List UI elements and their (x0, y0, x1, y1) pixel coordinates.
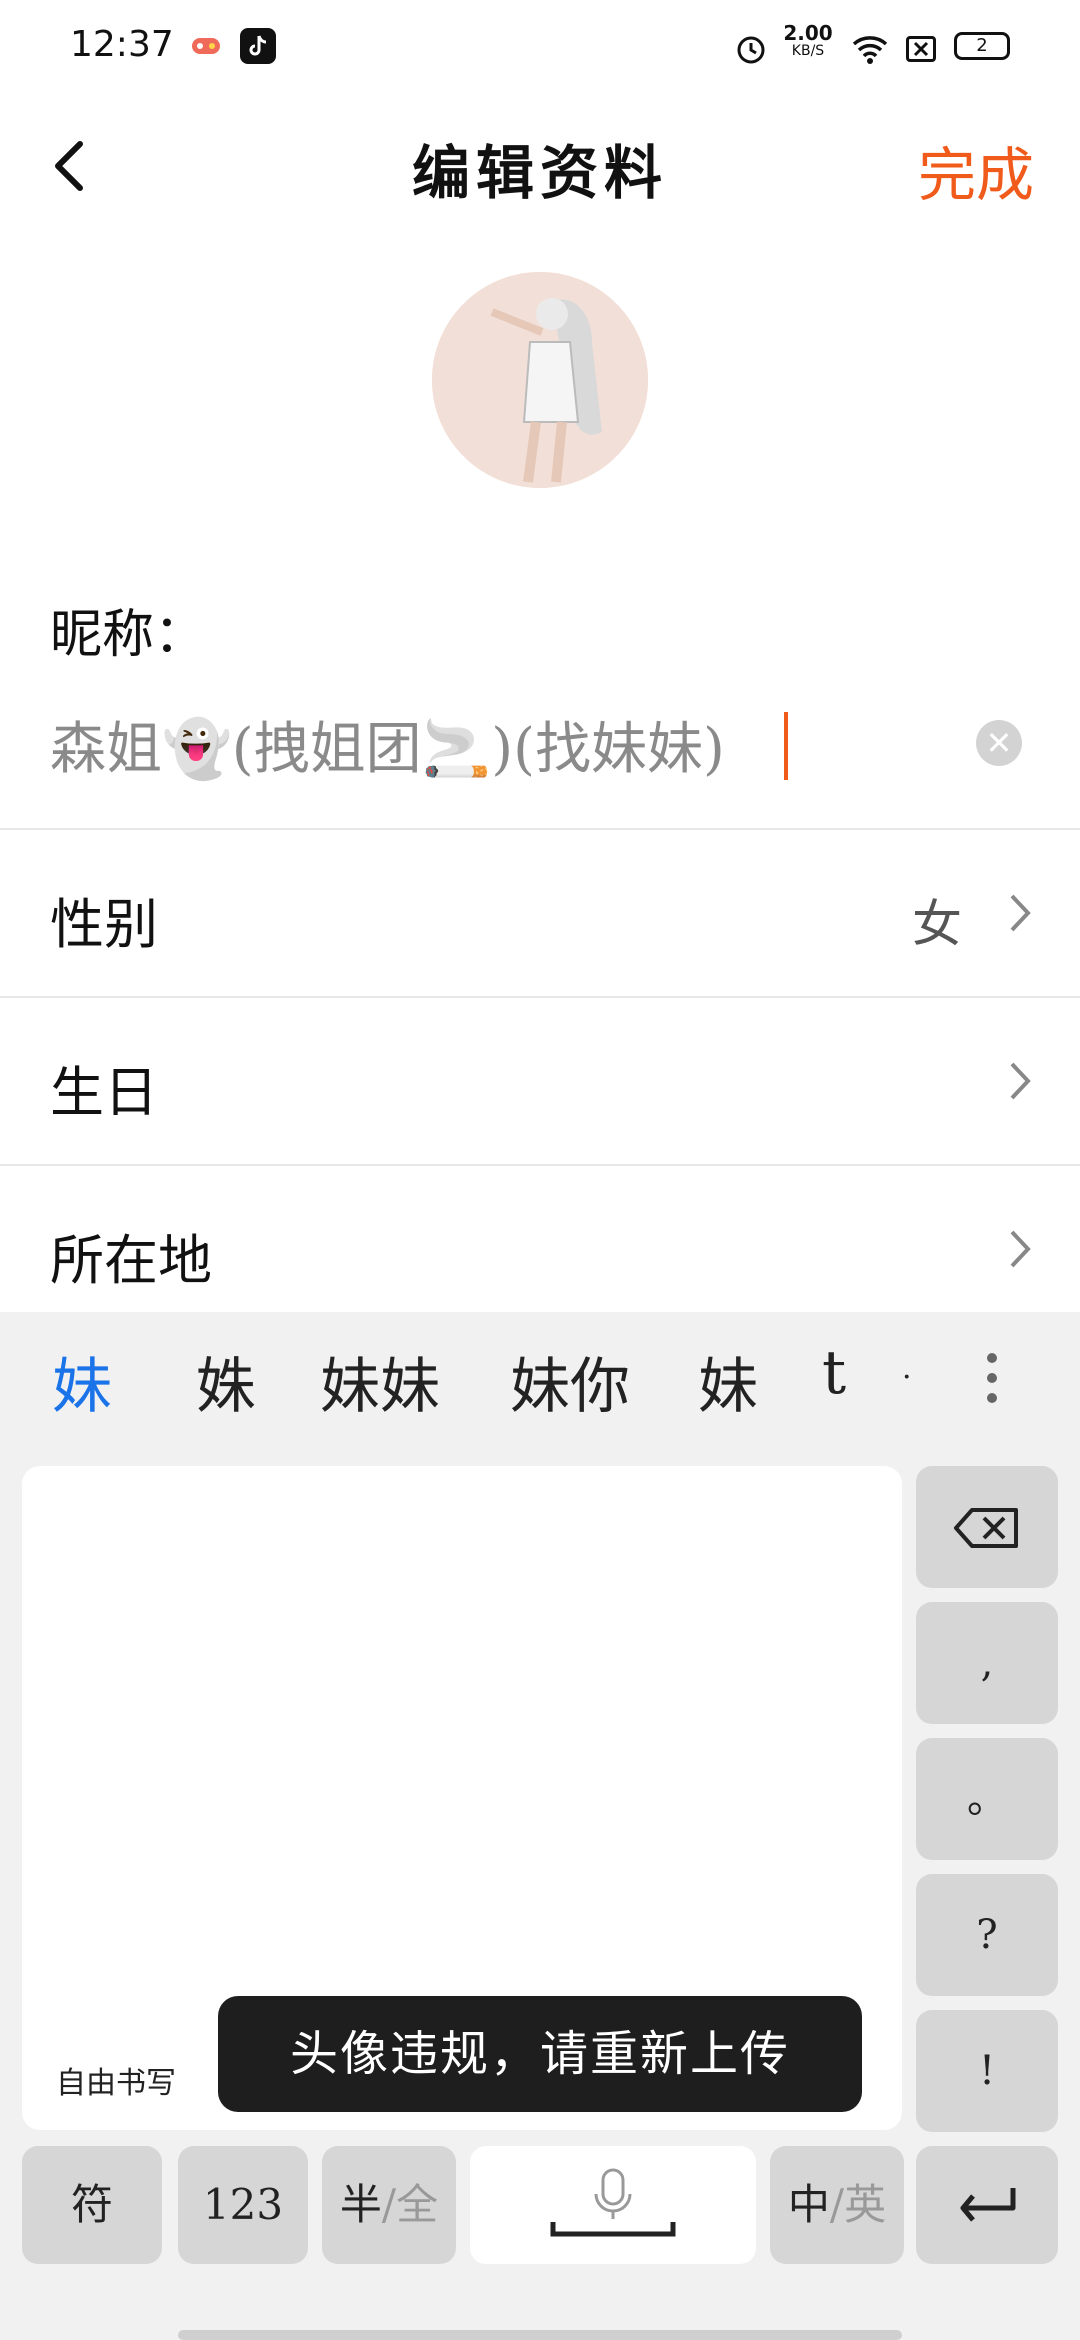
alarm-icon (737, 36, 765, 64)
no-sim-icon (906, 36, 936, 62)
game-app-icon (192, 38, 220, 54)
nickname-label: 昵称： (50, 605, 207, 665)
battery-icon: 2 (954, 32, 1010, 60)
comma-key[interactable]: , (916, 1602, 1058, 1724)
candidate-item[interactable]: 妹 (52, 1338, 112, 1425)
handwriting-mode-label[interactable]: 自由书写 (56, 2058, 176, 2102)
status-bar: 12:37 2.00 KB/S 2 (0, 0, 1080, 96)
enter-icon (960, 2188, 1016, 2222)
half-label: 半 (339, 2180, 382, 2229)
backspace-button[interactable] (916, 1466, 1058, 1588)
candidate-item[interactable]: 姝 (196, 1338, 256, 1425)
chevron-right-icon (1010, 1230, 1031, 1268)
status-time: 12:37 (70, 24, 174, 65)
text-caret (784, 712, 788, 780)
backspace-icon (954, 1508, 1018, 1548)
row-location[interactable]: 所在地 (0, 1164, 1080, 1314)
chevron-right-icon (1010, 1062, 1031, 1100)
net-speed: 2.00 KB/S (780, 21, 836, 60)
row-value: 女 (912, 895, 962, 953)
row-label: 生日 (50, 1061, 158, 1124)
row-label: 所在地 (50, 1229, 212, 1292)
tiktok-app-icon (240, 28, 276, 64)
wifi-icon (852, 36, 888, 64)
half-full-width-key[interactable]: 半/全 (322, 2146, 456, 2264)
candidate-item[interactable]: · (902, 1360, 912, 1395)
exclaim-key[interactable]: ! (916, 2010, 1058, 2132)
toast-message: 头像违规，请重新上传 (218, 1996, 862, 2112)
period-key[interactable]: 。 (916, 1738, 1058, 1860)
avatar[interactable] (432, 272, 648, 488)
microphone-icon (550, 2168, 676, 2237)
candidate-item[interactable]: 妹妹 (320, 1338, 440, 1425)
clear-icon[interactable]: ✕ (976, 720, 1022, 766)
nickname-input[interactable]: 森姐👻(拽姐团🚬)(找妹妹) (50, 704, 950, 784)
language-switch-key[interactable]: 中/英 (770, 2146, 904, 2264)
enter-key[interactable] (916, 2146, 1058, 2264)
full-label: /全 (381, 2180, 439, 2229)
lang-en-label: /英 (829, 2180, 887, 2229)
lang-zh-label: 中 (787, 2180, 830, 2229)
more-icon[interactable] (984, 1350, 1000, 1406)
candidate-item[interactable]: t (822, 1338, 846, 1408)
space-key[interactable] (470, 2146, 756, 2264)
symbols-key[interactable]: 符 (22, 2146, 162, 2264)
row-birthday[interactable]: 生日 (0, 996, 1080, 1164)
home-indicator[interactable] (178, 2330, 902, 2340)
chevron-right-icon (1010, 894, 1031, 932)
battery-level: 2 (976, 35, 988, 56)
question-key[interactable]: ? (916, 1874, 1058, 1996)
row-label: 性别 (50, 893, 158, 956)
candidate-item[interactable]: 妹 (698, 1338, 758, 1425)
numbers-key[interactable]: 123 (178, 2146, 308, 2264)
candidate-item[interactable]: 妹你 (510, 1338, 630, 1425)
done-button[interactable]: 完成 (918, 128, 1034, 212)
row-gender[interactable]: 性别 女 (0, 828, 1080, 996)
net-speed-value: 2.00 (783, 21, 833, 45)
